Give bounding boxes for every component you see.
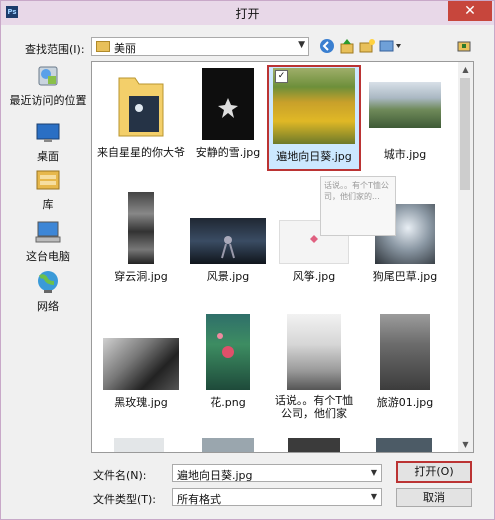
tooltip: 话说。。有个T恤公司，他们家的... xyxy=(320,176,396,236)
place-recent[interactable]: 最近访问的位置 xyxy=(8,63,88,108)
filetype-label: 文件类型(T): xyxy=(93,493,157,506)
file-name: 黑玫瑰.jpg xyxy=(114,396,168,409)
camera-icon[interactable] xyxy=(456,38,472,54)
file-name: 花.png xyxy=(210,396,246,409)
image-thumbnail xyxy=(202,68,254,140)
image-thumbnail xyxy=(287,314,341,390)
file-name: 城市.jpg xyxy=(383,148,427,161)
look-in-value: 美丽 xyxy=(114,42,136,55)
file-name: 狗尾巴草.jpg xyxy=(372,270,438,283)
look-in-combo[interactable]: 美丽 ▼ xyxy=(91,37,309,56)
image-thumbnail xyxy=(103,338,179,390)
filename-input[interactable]: 遍地向日葵.jpg ▼ xyxy=(172,464,382,482)
file-item[interactable]: 旅游01.jpg xyxy=(360,314,450,410)
open-button[interactable]: 打开(O) xyxy=(396,461,472,483)
filetype-select[interactable]: 所有格式 ▼ xyxy=(172,488,382,506)
image-thumbnail-partial xyxy=(202,438,254,452)
filename-value: 遍地向日葵.jpg xyxy=(177,469,253,482)
file-list[interactable]: 来自星星的你大爷 安静的雪.jpg ✓ 遍地向日葵.jpg 城市.jpg 穿云洞… xyxy=(91,61,474,453)
file-name: 遍地向日葵.jpg xyxy=(276,150,352,163)
recent-places-icon xyxy=(34,63,62,89)
image-thumbnail-partial xyxy=(376,438,432,452)
file-name: 风景.jpg xyxy=(206,270,250,283)
file-item[interactable]: 话说。。有个T恤公司，他们家的... xyxy=(269,314,359,420)
look-in-label: 查找范围(I): xyxy=(25,43,85,56)
folder-icon xyxy=(96,41,110,52)
file-name: 穿云洞.jpg xyxy=(114,270,168,283)
place-libraries[interactable]: 库 xyxy=(8,167,88,212)
file-item[interactable]: 安静的雪.jpg xyxy=(183,68,273,160)
image-thumbnail-partial xyxy=(114,438,164,452)
chevron-down-icon[interactable]: ▼ xyxy=(371,492,377,501)
file-item-selected[interactable]: ✓ 遍地向日葵.jpg xyxy=(269,68,359,164)
title-bar: Ps 打开 ✕ xyxy=(1,1,494,25)
image-thumbnail xyxy=(380,314,430,390)
folder-thumbnail xyxy=(113,68,169,140)
libraries-icon xyxy=(34,167,62,193)
network-icon xyxy=(34,269,62,295)
new-folder-icon[interactable] xyxy=(359,38,375,54)
scroll-thumb[interactable] xyxy=(460,78,470,190)
file-item[interactable]: 风景.jpg xyxy=(183,192,273,284)
close-button[interactable]: ✕ xyxy=(448,1,492,21)
scroll-up-icon[interactable]: ▲ xyxy=(458,62,473,77)
image-thumbnail-partial xyxy=(288,438,340,452)
file-item-folder[interactable]: 来自星星的你大爷 xyxy=(96,68,186,160)
file-name: 旅游01.jpg xyxy=(376,396,434,409)
filetype-value: 所有格式 xyxy=(177,493,221,506)
image-thumbnail xyxy=(128,192,154,264)
computer-icon xyxy=(34,219,62,245)
chevron-down-icon: ▼ xyxy=(298,40,305,50)
file-name: 来自星星的你大爷 xyxy=(97,146,185,159)
place-label: 桌面 xyxy=(37,150,59,163)
image-thumbnail xyxy=(369,82,441,128)
window-title: 打开 xyxy=(235,7,260,21)
up-folder-icon[interactable] xyxy=(339,38,355,54)
chevron-down-icon[interactable]: ▼ xyxy=(371,468,377,477)
place-computer[interactable]: 这台电脑 xyxy=(8,219,88,264)
place-label: 最近访问的位置 xyxy=(9,94,87,107)
file-name: 话说。。有个T恤公司，他们家的... xyxy=(274,394,354,420)
checkbox-checked-icon[interactable]: ✓ xyxy=(275,70,288,83)
places-bar: 最近访问的位置 桌面 库 这台电脑 网络 xyxy=(8,61,88,451)
open-dialog: Ps 打开 ✕ 查找范围(I): 美丽 ▼ 最近访问的位置 桌面 库 这台电脑 … xyxy=(0,0,495,520)
views-menu-icon[interactable] xyxy=(379,38,403,54)
file-name: 风筝.jpg xyxy=(292,270,336,283)
desktop-icon xyxy=(34,119,62,145)
file-item[interactable]: 城市.jpg xyxy=(360,68,450,162)
back-arrow-icon[interactable] xyxy=(319,38,335,54)
file-name: 安静的雪.jpg xyxy=(195,146,261,159)
file-item[interactable]: 花.png xyxy=(183,314,273,410)
filename-label: 文件名(N): xyxy=(93,469,147,482)
place-label: 网络 xyxy=(37,300,59,313)
place-desktop[interactable]: 桌面 xyxy=(8,119,88,164)
image-thumbnail xyxy=(190,218,266,264)
image-thumbnail xyxy=(206,314,250,390)
vertical-scrollbar[interactable]: ▲ ▼ xyxy=(458,62,473,452)
scroll-down-icon[interactable]: ▼ xyxy=(458,437,473,452)
place-label: 这台电脑 xyxy=(26,250,70,263)
place-label: 库 xyxy=(42,198,54,211)
file-item[interactable]: 穿云洞.jpg xyxy=(96,192,186,284)
image-thumbnail: ✓ xyxy=(273,68,355,144)
file-item[interactable]: 黑玫瑰.jpg xyxy=(96,314,186,410)
cancel-button[interactable]: 取消 xyxy=(396,488,472,507)
place-network[interactable]: 网络 xyxy=(8,269,88,314)
